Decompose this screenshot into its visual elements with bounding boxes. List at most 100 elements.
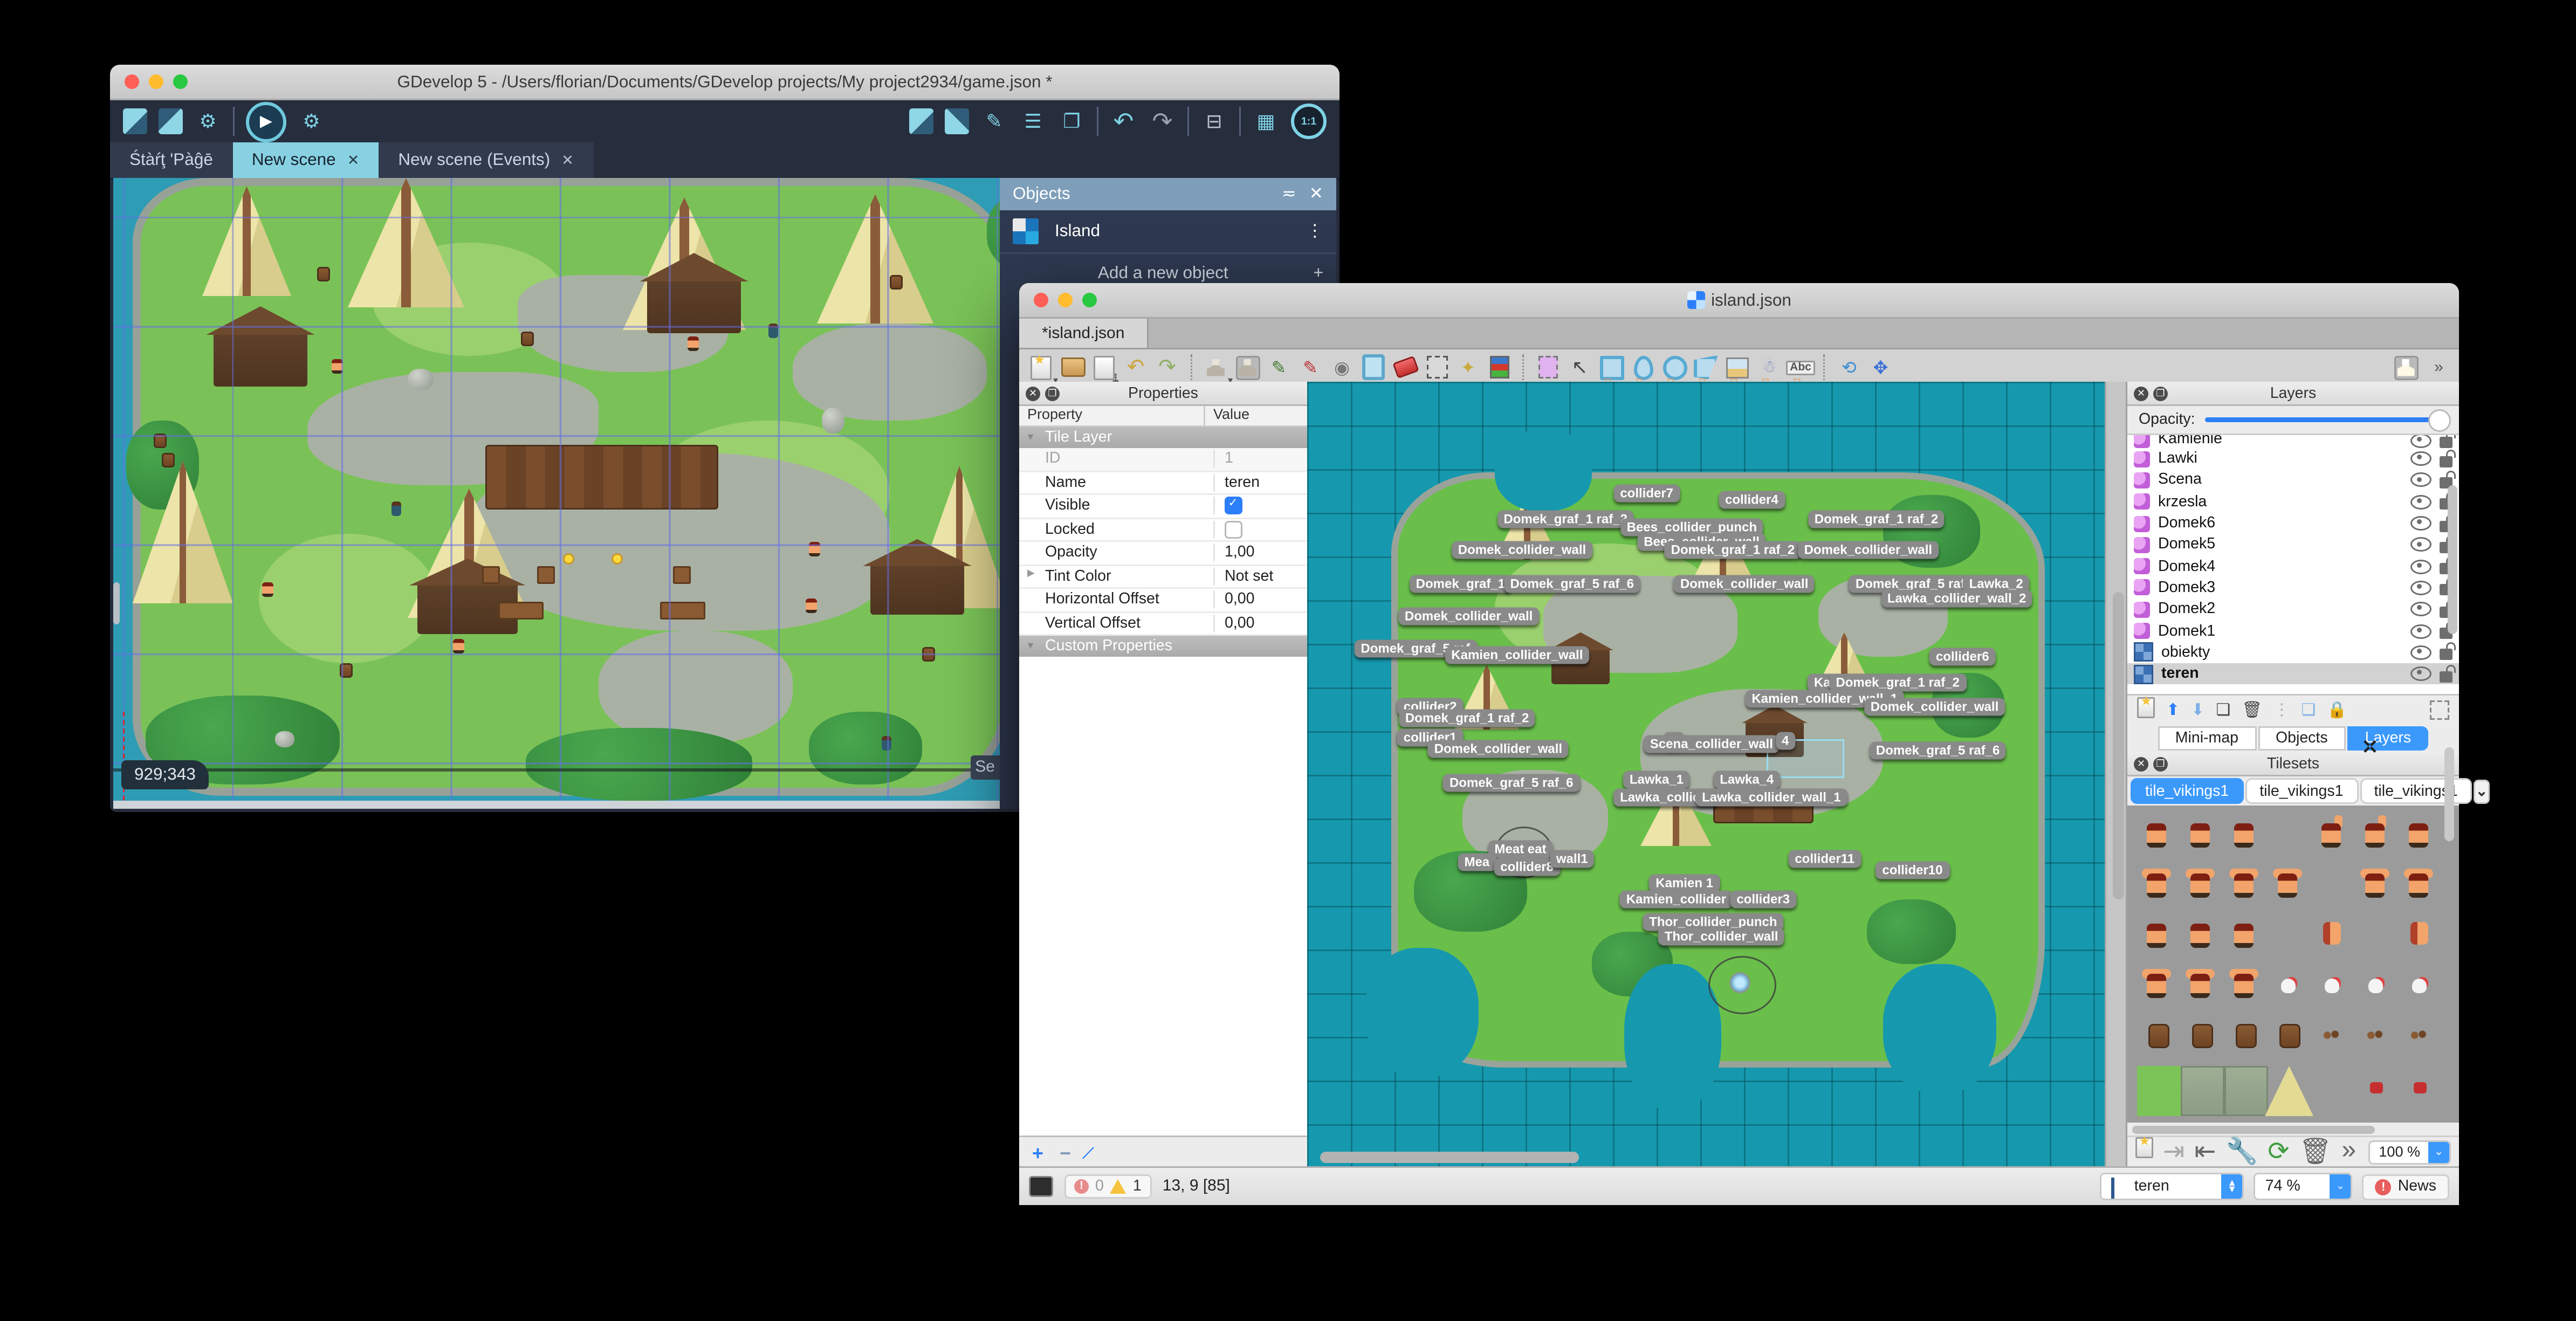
- section-tile-layer[interactable]: Tile Layer: [1019, 427, 1307, 448]
- object-label[interactable]: Domek_collider_wall: [1673, 575, 1815, 593]
- tileset-tile-sprite[interactable]: [2224, 865, 2268, 916]
- tiled-titlebar[interactable]: island.json: [1019, 283, 2459, 319]
- tileset-tile-sprite[interactable]: [2399, 1066, 2443, 1116]
- insert-point-tool[interactable]: ▽: [1631, 355, 1655, 388]
- tileset-tile-sprite[interactable]: [2268, 865, 2312, 916]
- tileset-tile-sprite[interactable]: [2137, 1066, 2181, 1116]
- tileset-tile-sprite[interactable]: [2268, 916, 2312, 966]
- current-layer-select[interactable]: teren ▲ ▼: [2100, 1173, 2244, 1200]
- tileset-tile-sprite[interactable]: [2268, 1016, 2312, 1066]
- tileset-tile-sprite[interactable]: [2181, 1016, 2224, 1066]
- debugger-icon[interactable]: ⚙: [194, 108, 222, 135]
- layer-row[interactable]: Scena: [2127, 470, 2459, 491]
- tileset-tile-sprite[interactable]: [2355, 966, 2399, 1016]
- delete-layer-icon[interactable]: 🗑: [2242, 701, 2262, 719]
- insert-template-tool[interactable]: ☃▽: [1757, 355, 1781, 388]
- export-tileset-icon[interactable]: ⇤: [2194, 1136, 2216, 1168]
- reload-tileset-icon[interactable]: ⟳: [2268, 1136, 2289, 1168]
- document-tab[interactable]: *island.json: [1019, 319, 1149, 348]
- terrain-fill-tool[interactable]: ✎: [1299, 355, 1323, 380]
- layer-row[interactable]: Domek2: [2127, 598, 2459, 620]
- property-value[interactable]: Not set: [1225, 567, 1273, 585]
- property-row[interactable]: Horizontal Offset 0,00: [1019, 589, 1307, 613]
- object-label[interactable]: Lawka_collider_wall_1: [1695, 788, 1847, 807]
- tileset-tab[interactable]: tile_vikings1: [2131, 778, 2244, 804]
- tileset-tile-sprite[interactable]: [2355, 916, 2399, 966]
- raise-layer-icon[interactable]: ⬆: [2166, 701, 2180, 719]
- layer-row[interactable]: obiekty: [2127, 642, 2459, 663]
- overflow-icon[interactable]: »: [2341, 1137, 2356, 1166]
- map-vertical-scrollbar[interactable]: [2113, 592, 2124, 899]
- visibility-eye-icon[interactable]: [2410, 473, 2431, 488]
- layer-row[interactable]: Lawki: [2127, 448, 2459, 470]
- bucket-fill-tool[interactable]: ◉: [1330, 355, 1354, 380]
- tileset-tile-sprite[interactable]: [2181, 966, 2224, 1016]
- tileset-tile-sprite[interactable]: [2399, 815, 2443, 865]
- layer-row[interactable]: Domek1: [2127, 620, 2459, 642]
- object-label[interactable]: 4: [1775, 732, 1796, 750]
- visibility-eye-icon[interactable]: [2410, 559, 2431, 574]
- tileset-tile-sprite[interactable]: [2137, 865, 2181, 916]
- tileset-tile-sprite[interactable]: [2137, 1016, 2181, 1066]
- instances-list-icon[interactable]: ☰: [1019, 108, 1047, 135]
- tileset-tile-sprite[interactable]: [2312, 815, 2355, 865]
- new-tileset-icon[interactable]: [2135, 1134, 2153, 1166]
- object-label[interactable]: Domek_graf_1 raf_2: [1398, 709, 1536, 727]
- tileset-tile-sprite[interactable]: [2355, 1066, 2399, 1116]
- property-value[interactable]: 0,00: [1225, 614, 1255, 632]
- visibility-eye-icon[interactable]: [2410, 451, 2431, 466]
- close-panel-icon[interactable]: ✕: [2134, 386, 2148, 401]
- property-value[interactable]: 1: [1225, 450, 1233, 468]
- object-label[interactable]: collider10: [1876, 862, 1949, 880]
- visibility-eye-icon[interactable]: [2410, 602, 2431, 617]
- undo-icon[interactable]: ↶: [1124, 354, 1148, 380]
- magic-wand-tool[interactable]: ✦: [1456, 355, 1480, 380]
- network-preview-icon[interactable]: ⚙: [298, 108, 325, 135]
- object-menu-icon[interactable]: ⋮: [1307, 222, 1324, 241]
- tileset-horizontal-scrollbar[interactable]: [2127, 1123, 2459, 1136]
- object-label[interactable]: Kamien_collider_wall: [1445, 646, 1590, 664]
- object-label[interactable]: Domek_graf_1 raf_2: [1664, 541, 1802, 559]
- toolbar-overflow-icon[interactable]: »: [2425, 355, 2449, 380]
- tileset-tile-sprite[interactable]: [2224, 916, 2268, 966]
- object-label[interactable]: Lawka_4: [1713, 771, 1781, 789]
- rotate-icon[interactable]: ⟲: [1837, 355, 1861, 380]
- property-checkbox[interactable]: [1225, 520, 1242, 539]
- tileset-tile-sprite[interactable]: [2224, 1066, 2268, 1116]
- redo-icon[interactable]: ↷: [1149, 108, 1176, 136]
- object-label[interactable]: Domek_graf_5 raf_6: [1442, 774, 1580, 792]
- float-panel-icon[interactable]: ❐: [2153, 756, 2168, 771]
- layer-row[interactable]: Domek3: [2127, 577, 2459, 598]
- property-row[interactable]: Vertical Offset 0,00: [1019, 613, 1307, 636]
- tileset-zoom-select[interactable]: 100 % ⌄: [2369, 1139, 2451, 1164]
- tileset-tile-sprite[interactable]: [2224, 1016, 2268, 1066]
- tileset-tile-sprite[interactable]: [2355, 1016, 2399, 1066]
- insert-tile-tool[interactable]: ▽: [1726, 355, 1750, 388]
- tileset-tile-sprite[interactable]: [2224, 815, 2268, 865]
- tileset-tile-sprite[interactable]: [2312, 1066, 2355, 1116]
- float-panel-icon[interactable]: ❐: [2153, 386, 2168, 401]
- visibility-eye-icon[interactable]: [2410, 537, 2431, 552]
- tileset-tile-sprite[interactable]: [2181, 865, 2224, 916]
- issues-counter[interactable]: ! 0 1: [1064, 1174, 1151, 1199]
- current-tool-icon[interactable]: [2393, 355, 2418, 380]
- tileset-tile-sprite[interactable]: [2181, 916, 2224, 966]
- console-icon[interactable]: [1029, 1176, 1053, 1197]
- unlock-icon[interactable]: [2440, 449, 2455, 467]
- object-label[interactable]: Domek_graf_1: [1409, 575, 1512, 593]
- object-label[interactable]: Lawka_1: [1623, 771, 1690, 789]
- tileset-tile-sprite[interactable]: [2224, 966, 2268, 1016]
- property-value[interactable]: 1,00: [1225, 544, 1255, 562]
- stamp-dropdown-icon[interactable]: ▾: [1204, 355, 1233, 386]
- object-label[interactable]: collider6: [1929, 648, 1996, 666]
- object-label[interactable]: Domek_collider_wall: [1864, 698, 2005, 717]
- opacity-slider[interactable]: [2204, 409, 2451, 432]
- tab-close-icon[interactable]: ✕: [561, 152, 574, 169]
- tileset-tile-sprite[interactable]: [2137, 916, 2181, 966]
- shape-fill-tool[interactable]: [1362, 354, 1386, 380]
- map-view[interactable]: collider7 collider4 Domek_graf_1 raf_2 Bees…: [1307, 382, 2127, 1168]
- layer-stepper[interactable]: ▲ ▼: [2221, 1174, 2243, 1199]
- property-row[interactable]: ID 1: [1019, 448, 1307, 472]
- tileset-tile-sprite[interactable]: [2312, 916, 2355, 966]
- new-file-icon[interactable]: ▾: [1029, 352, 1058, 386]
